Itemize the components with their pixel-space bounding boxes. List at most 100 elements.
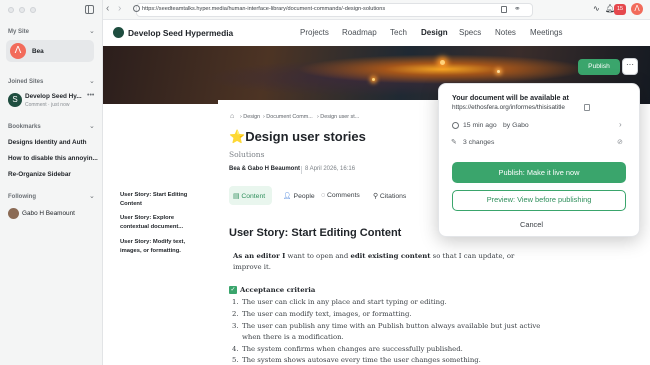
copy-icon[interactable]: [501, 6, 507, 13]
outline-item[interactable]: User Story: Start Editing Content: [120, 191, 200, 208]
list-item: The user can modify text, images, or for…: [242, 310, 412, 318]
section-heading: User Story: Start Editing Content: [229, 227, 402, 239]
popover-headline: Your document will be available at: [452, 93, 569, 102]
bookmark-item[interactable]: Re-Organize Sidebar: [8, 171, 100, 178]
tab-citations[interactable]: ⚲ Citations: [373, 192, 406, 200]
copy-link-icon[interactable]: [584, 104, 590, 111]
nav-tech[interactable]: Tech: [390, 28, 407, 37]
publish-button-label: Publish: [588, 63, 610, 70]
tab-comments[interactable]: ◌ Comments: [321, 192, 360, 199]
list-item: The user can publish any time with an Pu…: [242, 322, 541, 330]
breadcrumb-text: Design: [243, 114, 261, 120]
my-site-name: Bea: [32, 48, 44, 55]
intro-strong: edit existing content: [350, 252, 431, 260]
list-item: when there is a modification.: [242, 333, 344, 341]
list-number: 4.: [232, 345, 239, 353]
nav-projects[interactable]: Projects: [300, 28, 329, 37]
intro-text: so that I can update, or: [430, 252, 515, 260]
sidebar-toggle-icon[interactable]: [85, 5, 94, 14]
breadcrumb-item[interactable]: › Design: [240, 114, 260, 120]
activity-icon[interactable]: ∿: [593, 4, 600, 13]
following-item[interactable]: Gabo H Beamount: [22, 210, 75, 217]
home-icon[interactable]: ⌂: [230, 113, 234, 120]
time-info: 15 min ago: [463, 122, 497, 129]
star-icon: ⭐: [229, 129, 246, 144]
joined-site-name[interactable]: Develop Seed Hy...: [25, 93, 85, 100]
list-number: 1.: [232, 298, 239, 306]
page-title: ⭐Design user stories: [229, 129, 366, 145]
bookmark-item[interactable]: How to disable this annoyin...: [8, 155, 100, 162]
breadcrumb-item[interactable]: › Design user st...: [317, 114, 359, 120]
site-avatar: Λ: [10, 43, 26, 59]
outline-item[interactable]: User Story: Explore contextual document.…: [120, 214, 200, 231]
joined-site-activity: Comment · just now: [25, 102, 70, 108]
site-title[interactable]: Develop Seed Hypermedia: [128, 28, 233, 38]
notification-badge[interactable]: 15: [614, 4, 626, 15]
tab-label: Content: [241, 193, 266, 200]
list-item: The system shows autosave every time the…: [242, 356, 481, 364]
nav-meetings[interactable]: Meetings: [530, 28, 562, 37]
my-site-label: My Site: [8, 29, 30, 35]
meta-divider: [301, 166, 302, 174]
intro-strong: As an editor I: [233, 252, 286, 260]
site-logo-icon[interactable]: [113, 27, 124, 38]
publish-link[interactable]: https://ethosfera.org/informes/thisisati…: [452, 104, 565, 111]
list-number: 2.: [232, 310, 239, 318]
tab-content[interactable]: ▤ Content: [233, 192, 265, 200]
breadcrumb-item[interactable]: › Document Comm...: [263, 114, 313, 120]
bookmarks-label: Bookmarks: [8, 124, 41, 130]
chevron-down-icon[interactable]: ⌄: [89, 77, 95, 85]
nav-notes[interactable]: Notes: [495, 28, 516, 37]
intro-paragraph-cont: improve it.: [233, 263, 271, 271]
link-icon[interactable]: ⚭: [514, 4, 521, 13]
window-maximize-dot[interactable]: [30, 7, 36, 13]
checkbox-icon: ✓: [229, 286, 237, 294]
citation-icon: ⚲: [373, 193, 380, 200]
author-info: by Gabo: [503, 122, 529, 129]
bookmark-item[interactable]: Designs Identity and Auth: [8, 139, 100, 146]
forward-icon[interactable]: ›: [118, 3, 121, 14]
search-icon: [133, 5, 140, 12]
cancel-button[interactable]: Cancel: [520, 220, 543, 229]
window-minimize-dot[interactable]: [19, 7, 25, 13]
chevron-right-icon[interactable]: ›: [619, 120, 622, 129]
clock-icon: [452, 122, 459, 129]
breadcrumb-text: Document Comm...: [266, 114, 313, 120]
nav-specs[interactable]: Specs: [459, 28, 481, 37]
tab-label: Comments: [326, 192, 360, 199]
preview-button[interactable]: Preview: View before publishing: [452, 190, 626, 211]
tab-label: Citations: [379, 193, 407, 200]
document-authors[interactable]: Bea & Gabo H Beaumont: [229, 166, 300, 172]
tab-label: People: [293, 193, 315, 200]
outline-item[interactable]: User Story: Modify text, images, or form…: [120, 238, 200, 255]
changes-count[interactable]: 3 changes: [463, 139, 494, 146]
document-date: 8 April 2026, 16:16: [305, 166, 356, 172]
url-text: https://seedteamtalks.hyper.media/human-…: [142, 6, 386, 12]
publish-now-button[interactable]: Publish: Make it live now: [452, 162, 626, 183]
list-number: 3.: [232, 322, 239, 330]
intro-text: want to open and: [285, 252, 351, 260]
window-close-dot[interactable]: [8, 7, 14, 13]
publish-button[interactable]: Publish: [578, 59, 620, 75]
account-avatar[interactable]: Λ: [631, 3, 643, 15]
changes-icon: ✎: [451, 139, 457, 146]
nav-design[interactable]: Design: [421, 28, 448, 37]
joined-site-avatar: S: [8, 93, 22, 107]
intro-paragraph: As an editor I want to open and edit exi…: [233, 252, 514, 260]
people-icon: 👤︎: [283, 193, 294, 200]
list-item: The user can click in any place and star…: [242, 298, 447, 306]
nav-roadmap[interactable]: Roadmap: [342, 28, 377, 37]
chevron-down-icon[interactable]: ⌄: [89, 27, 95, 35]
more-icon[interactable]: •••: [87, 92, 94, 99]
tab-people[interactable]: 👤︎ People: [283, 192, 315, 200]
eye-off-icon[interactable]: ⊘: [617, 138, 623, 146]
following-label: Following: [8, 194, 36, 200]
back-icon[interactable]: ‹: [106, 3, 109, 14]
cover-spark: [372, 78, 375, 81]
acceptance-label: Acceptance criteria: [240, 286, 316, 294]
user-avatar: [8, 208, 19, 219]
chevron-down-icon[interactable]: ⌄: [89, 192, 95, 200]
list-item: The system confirms when changes are suc…: [242, 345, 463, 353]
chevron-down-icon[interactable]: ⌄: [89, 122, 95, 130]
more-options-button[interactable]: ···: [622, 58, 638, 75]
